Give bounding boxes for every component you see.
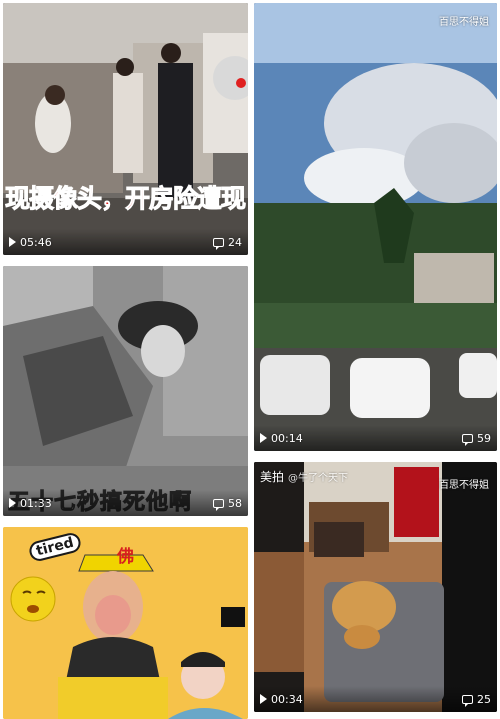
meipai-logo: 美拍 bbox=[260, 470, 285, 484]
comment-count: 25 bbox=[477, 692, 491, 706]
source-watermark: 百思不得姐 bbox=[439, 480, 489, 491]
play-icon bbox=[9, 237, 16, 247]
video-duration: 05:46 bbox=[20, 235, 52, 249]
video-card-4[interactable]: tired 佛 bbox=[3, 527, 248, 719]
video-meta-bar: 00:34 25 bbox=[254, 686, 497, 712]
play-icon bbox=[9, 498, 16, 508]
video-thumbnail bbox=[254, 462, 497, 712]
play-icon bbox=[260, 694, 267, 704]
video-meta-bar: 01:33 58 bbox=[3, 490, 248, 516]
comment-count: 24 bbox=[228, 235, 242, 249]
video-card-3[interactable]: 五十七秒搞死他啊 01:33 58 bbox=[3, 266, 248, 516]
comment-icon bbox=[213, 498, 224, 511]
video-card-1[interactable]: 现摄像头，开房险遭现 05:46 24 bbox=[3, 3, 248, 255]
comment-icon bbox=[213, 237, 224, 250]
video-thumbnail bbox=[3, 3, 248, 255]
video-thumbnail bbox=[254, 3, 497, 451]
source-watermark: 百思不得姐 bbox=[439, 17, 489, 28]
video-duration: 00:34 bbox=[271, 692, 303, 706]
uploader-handle: @牛了个天下 bbox=[288, 473, 348, 484]
comment-count: 58 bbox=[228, 496, 242, 510]
video-meta-bar: 05:46 24 bbox=[3, 229, 248, 255]
video-card-5[interactable]: 美拍 @牛了个天下 百思不得姐 00:34 25 bbox=[254, 462, 497, 712]
video-card-2[interactable]: 百思不得姐 00:14 59 bbox=[254, 3, 497, 451]
play-icon bbox=[260, 433, 267, 443]
video-meta-bar: 00:14 59 bbox=[254, 425, 497, 451]
comment-icon bbox=[462, 433, 473, 446]
comment-icon bbox=[462, 694, 473, 707]
video-duration: 01:33 bbox=[20, 496, 52, 510]
comment-count: 59 bbox=[477, 431, 491, 445]
video-caption: 现摄像头，开房险遭现 bbox=[4, 184, 246, 214]
fo-character: 佛 bbox=[117, 547, 134, 567]
video-thumbnail bbox=[3, 266, 248, 516]
video-duration: 00:14 bbox=[271, 431, 303, 445]
